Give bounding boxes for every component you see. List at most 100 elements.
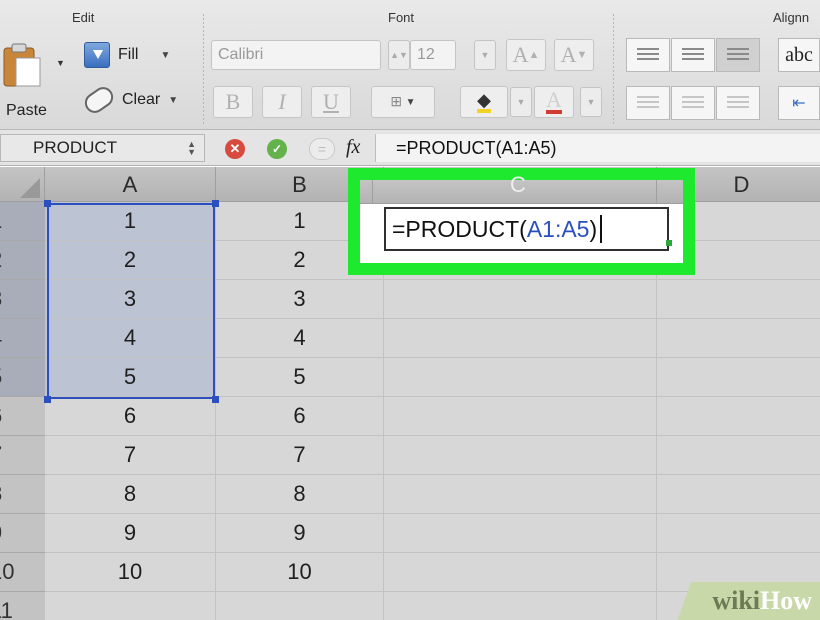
cell-c[interactable] — [384, 553, 657, 592]
font-color-button[interactable]: A — [534, 86, 574, 118]
cell-c[interactable] — [384, 475, 657, 514]
row-header[interactable]: 6 — [0, 397, 45, 436]
paste-options-chevron-icon[interactable]: ▼ — [56, 58, 65, 68]
insert-function-icon[interactable]: = — [309, 138, 335, 160]
checkmark-icon[interactable]: ✓ — [267, 139, 287, 159]
cell-b[interactable]: 10 — [216, 553, 384, 592]
bold-button[interactable]: B — [213, 86, 253, 118]
font-name-select[interactable]: Calibri — [211, 40, 381, 70]
cell-a[interactable]: 9 — [45, 514, 216, 553]
paint-bucket-icon: ◆ — [477, 91, 491, 113]
row-header[interactable]: 5 — [0, 358, 45, 397]
wrap-text-button[interactable]: abc — [778, 38, 820, 72]
cell-b[interactable]: 9 — [216, 514, 384, 553]
selection-handle[interactable] — [44, 396, 51, 403]
column-header-a[interactable]: A — [45, 167, 216, 202]
fx-icon[interactable]: fx — [346, 136, 360, 159]
cell-d[interactable] — [657, 358, 820, 397]
indent-arrow-icon: ⇤ — [792, 95, 806, 112]
font-size-field[interactable]: 12 — [410, 40, 456, 70]
name-box-stepper-icon[interactable]: ▲ ▼ — [187, 140, 196, 157]
cell-a[interactable]: 4 — [45, 319, 216, 358]
paste-button-label[interactable]: Paste — [6, 102, 47, 120]
cell-c[interactable] — [384, 397, 657, 436]
font-color-chevron-down-icon[interactable]: ▼ — [580, 87, 602, 117]
cell-a[interactable]: 2 — [45, 241, 216, 280]
row-header[interactable]: 2 — [0, 241, 45, 280]
cell-d[interactable] — [657, 397, 820, 436]
cancel-icon[interactable]: ✕ — [225, 139, 245, 159]
row-header[interactable]: 10 — [0, 553, 45, 592]
italic-button[interactable]: I — [262, 86, 302, 118]
align-middle-button[interactable] — [671, 38, 715, 72]
align-right-button[interactable] — [716, 86, 760, 120]
cell-a[interactable] — [45, 592, 216, 620]
cell-a[interactable]: 6 — [45, 397, 216, 436]
cell-d[interactable] — [657, 280, 820, 319]
column-divider — [656, 180, 657, 204]
select-all-corner[interactable] — [0, 167, 45, 202]
edit-group-title: Edit — [72, 10, 95, 25]
cell-a[interactable]: 5 — [45, 358, 216, 397]
cell-b[interactable]: 5 — [216, 358, 384, 397]
align-bottom-button[interactable] — [716, 38, 760, 72]
row-header[interactable]: 9 — [0, 514, 45, 553]
cell-a[interactable]: 10 — [45, 553, 216, 592]
selection-handle[interactable] — [212, 396, 219, 403]
formula-input[interactable]: =PRODUCT(A1:A5) — [375, 134, 820, 162]
cell-d[interactable] — [657, 319, 820, 358]
grow-font-button[interactable]: A ▲ — [506, 39, 546, 71]
cell-b[interactable]: 6 — [216, 397, 384, 436]
align-left-button[interactable] — [626, 86, 670, 120]
cell-b[interactable]: 4 — [216, 319, 384, 358]
selection-handle[interactable] — [44, 200, 51, 207]
cell-b[interactable] — [216, 592, 384, 620]
cell-c[interactable] — [384, 319, 657, 358]
active-cell-highlight: C =PRODUCT(A1:A5) — [348, 168, 695, 275]
align-middle-icon — [682, 48, 704, 62]
shrink-font-button[interactable]: A ▼ — [554, 39, 594, 71]
fill-color-chevron-down-icon[interactable]: ▼ — [510, 87, 532, 117]
cell-b[interactable]: 7 — [216, 436, 384, 475]
font-color-label: A — [546, 87, 562, 114]
cell-b[interactable]: 8 — [216, 475, 384, 514]
cell-d[interactable] — [657, 475, 820, 514]
row-header[interactable]: 3 — [0, 280, 45, 319]
row-header[interactable]: 1 — [0, 202, 45, 241]
cell-c[interactable] — [384, 592, 657, 620]
cell-d[interactable] — [657, 514, 820, 553]
fill-color-button[interactable]: ◆ — [460, 86, 508, 118]
row-header[interactable]: 8 — [0, 475, 45, 514]
fill-button[interactable]: Fill ▼ — [84, 42, 170, 68]
cell-a[interactable]: 3 — [45, 280, 216, 319]
cell-c[interactable] — [384, 280, 657, 319]
cell-a[interactable]: 8 — [45, 475, 216, 514]
borders-button[interactable]: ⊞ ▼ — [371, 86, 435, 118]
cell-c[interactable] — [384, 436, 657, 475]
cell-c[interactable] — [384, 514, 657, 553]
align-left-icon — [637, 96, 659, 110]
fill-handle[interactable] — [666, 240, 672, 246]
active-cell-editor[interactable]: =PRODUCT(A1:A5) — [384, 207, 669, 251]
grow-font-label: A — [512, 42, 529, 67]
cell-b[interactable]: 3 — [216, 280, 384, 319]
underline-button[interactable]: U — [311, 86, 351, 118]
cell-a[interactable]: 7 — [45, 436, 216, 475]
name-box[interactable]: PRODUCT ▲ ▼ — [0, 134, 205, 162]
align-bottom-icon — [727, 48, 749, 62]
font-size-stepper-icon[interactable]: ▲▼ — [388, 40, 410, 70]
decrease-indent-button[interactable]: ⇤ — [778, 86, 820, 120]
text-cursor — [600, 215, 603, 243]
font-size-dropdown-icon[interactable]: ▼ — [474, 40, 496, 70]
row-header[interactable]: 7 — [0, 436, 45, 475]
cell-c[interactable] — [384, 358, 657, 397]
row-header[interactable]: 11 — [0, 592, 45, 620]
row-header[interactable]: 4 — [0, 319, 45, 358]
clipboard-icon[interactable] — [2, 42, 42, 88]
align-center-button[interactable] — [671, 86, 715, 120]
align-top-button[interactable] — [626, 38, 670, 72]
cell-a[interactable]: 1 — [45, 202, 216, 241]
cell-d[interactable] — [657, 436, 820, 475]
selection-handle[interactable] — [212, 200, 219, 207]
clear-button[interactable]: Clear ▼ — [80, 83, 178, 117]
